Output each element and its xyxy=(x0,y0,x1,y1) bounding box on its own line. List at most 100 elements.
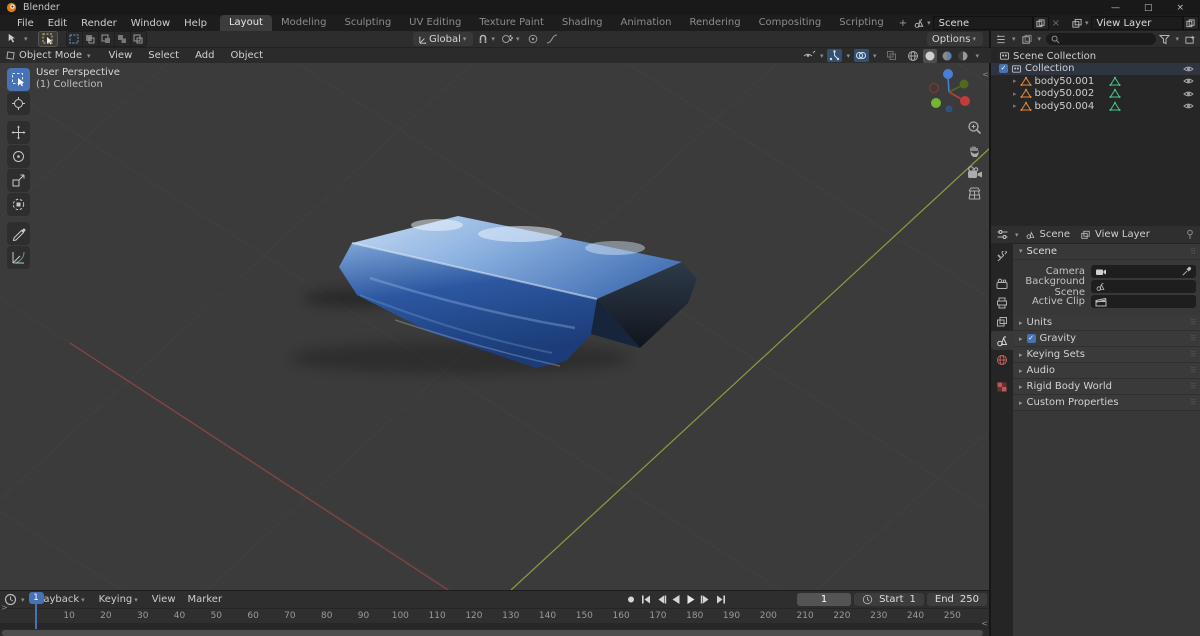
filter-funnel-icon[interactable] xyxy=(1159,34,1171,45)
proportional-falloff-icon[interactable] xyxy=(544,33,559,46)
gizmo-z-axis[interactable] xyxy=(943,69,953,79)
tool-annotate[interactable] xyxy=(7,222,30,245)
chevron-down-icon[interactable]: ▾ xyxy=(24,35,28,43)
new-collection-icon[interactable] xyxy=(1184,34,1196,45)
timeline-scrollbar[interactable] xyxy=(0,629,991,636)
workspace-tab[interactable]: Compositing xyxy=(750,15,831,31)
panel-toggle-arrow[interactable]: > xyxy=(1,603,8,612)
tab-tool[interactable] xyxy=(991,247,1013,266)
timeline-menu-item[interactable]: Marker xyxy=(182,594,229,605)
workspace-tab[interactable]: Shading xyxy=(553,15,612,31)
properties-panel-header[interactable]: ▸ ✓ Gravity ⠿ xyxy=(1013,331,1200,347)
chevron-down-icon[interactable]: ▾ xyxy=(491,35,495,43)
jump-to-end-button[interactable] xyxy=(715,594,727,605)
new-scene-button[interactable] xyxy=(1032,16,1049,30)
tool-measure[interactable] xyxy=(7,246,30,269)
zoom-icon[interactable] xyxy=(967,120,982,135)
chevron-down-icon[interactable]: ▾ xyxy=(846,52,850,60)
select-mode-extend-button[interactable] xyxy=(82,32,99,46)
scene-panel-header[interactable]: ▾ Scene ⠿ xyxy=(1013,243,1200,260)
drag-handle-icon[interactable]: ⠿ xyxy=(1190,334,1196,343)
jump-to-start-button[interactable] xyxy=(640,594,652,605)
workspace-tab[interactable]: UV Editing xyxy=(400,15,470,31)
breadcrumb-view-layer[interactable]: View Layer xyxy=(1095,229,1150,240)
end-frame-field[interactable]: End 250 xyxy=(926,593,987,606)
chevron-down-icon[interactable]: ▾ xyxy=(820,52,824,60)
menu-item[interactable]: Render xyxy=(74,18,124,29)
workspace-tab[interactable]: Animation xyxy=(612,15,681,31)
chevron-down-icon[interactable]: ▾ xyxy=(1015,231,1019,239)
camera-view-icon[interactable] xyxy=(967,166,983,179)
select-mode-invert-button[interactable] xyxy=(114,32,131,46)
chevron-down-icon[interactable]: ▾ xyxy=(975,52,979,60)
outliner-filter-object-icon[interactable] xyxy=(1021,34,1033,45)
drag-handle-icon[interactable]: ⠿ xyxy=(1190,366,1196,375)
pin-icon[interactable] xyxy=(1185,229,1195,240)
viewport-menu-item[interactable]: Add xyxy=(187,50,222,61)
minimize-button[interactable]: — xyxy=(1111,3,1120,13)
drag-handle-icon[interactable]: ⠿ xyxy=(1190,318,1196,327)
menu-item[interactable]: Help xyxy=(177,18,214,29)
workspace-tab[interactable]: Modeling xyxy=(272,15,336,31)
viewport-menu-item[interactable]: Object xyxy=(222,50,271,61)
play-button[interactable] xyxy=(685,594,697,605)
properties-editor-type-icon[interactable] xyxy=(996,229,1009,240)
breadcrumb-scene[interactable]: Scene xyxy=(1040,229,1071,240)
tool-cursor[interactable] xyxy=(7,92,30,115)
gizmo-z-neg-axis[interactable] xyxy=(945,105,953,113)
tab-render[interactable] xyxy=(991,274,1013,293)
hide-in-viewport-eye-icon[interactable] xyxy=(1183,76,1194,86)
outliner-row[interactable]: ▸ body50.004 xyxy=(991,100,1200,113)
workspace-tab[interactable]: Sculpting xyxy=(335,15,400,31)
chevron-down-icon[interactable]: ▾ xyxy=(1085,19,1089,27)
workspace-tab[interactable]: Layout xyxy=(219,15,272,31)
snap-toggle[interactable]: ▾ xyxy=(477,33,497,45)
tool-select-box-button[interactable] xyxy=(37,31,58,47)
outliner-row[interactable]: ▸ body50.001 xyxy=(991,75,1200,88)
shading-material-icon[interactable] xyxy=(941,50,953,62)
outliner-search-input[interactable] xyxy=(1046,33,1157,45)
options-dropdown[interactable]: Options ▾ xyxy=(926,32,983,46)
chevron-down-icon[interactable]: ▾ xyxy=(1038,35,1042,43)
record-button[interactable] xyxy=(625,594,637,605)
gizmo-x-neg-axis[interactable] xyxy=(928,82,940,94)
menu-item[interactable]: File xyxy=(10,18,41,29)
chevron-down-icon[interactable]: ▾ xyxy=(516,35,520,43)
workspace-tab[interactable]: Rendering xyxy=(680,15,749,31)
shading-wireframe-icon[interactable] xyxy=(907,50,919,62)
navigation-gizmo[interactable] xyxy=(925,64,973,112)
mode-dropdown[interactable]: Object Mode ▾ xyxy=(0,50,93,61)
menu-item[interactable]: Edit xyxy=(41,18,74,29)
show-overlays-toggle[interactable] xyxy=(853,49,869,62)
disclosure-icon[interactable]: ▸ xyxy=(1013,90,1017,98)
outliner-row[interactable]: ▸ ✓ Collection xyxy=(991,62,1200,75)
tool-move[interactable] xyxy=(7,121,30,144)
panel-toggle-arrow[interactable]: < xyxy=(981,619,988,628)
chevron-down-icon[interactable]: ▾ xyxy=(927,19,931,27)
viewport-3d[interactable]: Object Mode ▾ View Select Add Object ▾ ▾ ▾ … xyxy=(0,48,991,590)
object-visibility-icon[interactable] xyxy=(802,50,816,61)
proportional-editing-toggle[interactable] xyxy=(525,33,540,46)
select-mode-intersect-button[interactable] xyxy=(130,32,146,46)
workspace-tab[interactable]: Scripting xyxy=(830,15,892,31)
current-frame-field[interactable]: 1 xyxy=(797,593,852,606)
tool-scale[interactable] xyxy=(7,169,30,192)
jump-to-prev-keyframe-button[interactable] xyxy=(655,594,667,605)
new-view-layer-button[interactable] xyxy=(1182,16,1199,30)
viewport-menu-item[interactable]: View xyxy=(101,50,141,61)
timeline-menu-item[interactable]: View xyxy=(146,594,182,605)
hide-in-viewport-eye-icon[interactable] xyxy=(1183,101,1194,111)
menu-item[interactable]: Window xyxy=(124,18,177,29)
properties-panel-header[interactable]: ▸ Custom Properties ⠿ xyxy=(1013,395,1200,411)
hide-in-viewport-eye-icon[interactable] xyxy=(1183,89,1194,99)
jump-to-next-keyframe-button[interactable] xyxy=(700,594,712,605)
hide-in-viewport-eye-icon[interactable] xyxy=(1183,64,1194,74)
orthographic-toggle-icon[interactable] xyxy=(967,187,982,200)
properties-panel-header[interactable]: ▸ Keying Sets ⠿ xyxy=(1013,347,1200,363)
tab-world[interactable] xyxy=(991,350,1013,369)
camera-field[interactable] xyxy=(1091,265,1196,278)
gravity-checkbox[interactable]: ✓ xyxy=(1026,334,1036,343)
frame-ruler[interactable]: 10 20 30 40 50 60 70 80 90 100 110 120 130 140 150 160 1… xyxy=(0,608,991,624)
close-button[interactable]: × xyxy=(1176,3,1184,13)
shading-rendered-icon[interactable] xyxy=(957,50,969,62)
